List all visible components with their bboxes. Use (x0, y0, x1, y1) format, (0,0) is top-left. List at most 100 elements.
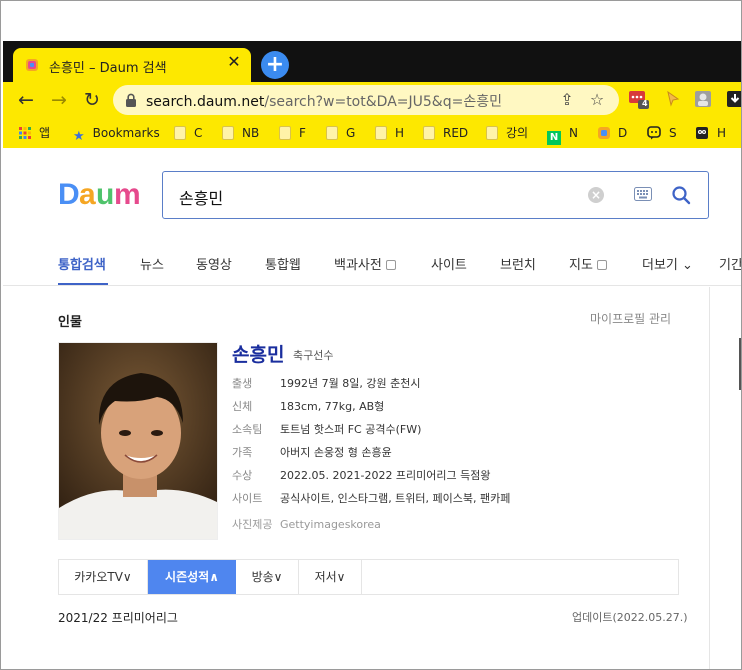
address-bar[interactable]: search.daum.net/search?w=tot&DA=JU5&q=손흥… (113, 85, 619, 115)
svg-text:a: a (79, 178, 96, 210)
tab-site[interactable]: 사이트 (431, 254, 467, 273)
back-arrow-icon[interactable]: ← (15, 89, 37, 111)
bookmark-owl[interactable]: H (695, 124, 726, 142)
share-icon[interactable]: ⇪ (557, 90, 577, 110)
bookmark-folder-h[interactable]: H (375, 124, 404, 142)
lock-icon (126, 93, 136, 107)
tab-encyclopedia[interactable]: 백과사전 (334, 254, 396, 273)
tab-more[interactable]: 더보기 ⌄ (642, 254, 693, 273)
tab-strip: 손흥민 – Daum 검색 ✕ + (3, 41, 741, 82)
url-host: search.daum.net (146, 94, 265, 110)
tab-title: 손흥민 – Daum 검색 (49, 61, 167, 76)
person-name[interactable]: 손흥민 (232, 340, 284, 367)
folder-icon (326, 126, 338, 140)
folder-icon (423, 126, 435, 140)
address-url: search.daum.net/search?w=tot&DA=JU5&q=손흥… (146, 91, 502, 111)
bookmark-label: NB (242, 126, 260, 140)
info-row-site[interactable]: 사이트 공식사이트, 인스타그램, 트위터, 페이스북, 팬카페 (232, 490, 510, 508)
bookmark-label: H (717, 126, 727, 140)
info-value: 1992년 7월 8일, 강원 춘천시 (280, 377, 421, 390)
tab-brunch[interactable]: 브런치 (500, 254, 536, 273)
extension-download-icon[interactable] (725, 89, 742, 109)
bookmark-folder-nb[interactable]: NB (222, 124, 259, 142)
bookmark-daum[interactable]: D (598, 124, 627, 142)
extension-cursor-icon[interactable] (663, 89, 683, 109)
bookmark-folder-g[interactable]: G (326, 124, 355, 142)
info-row-award[interactable]: 수상 2022.05. 2021-2022 프리미어리그 득점왕 (232, 467, 491, 485)
photo-credit-label: 사진제공 (232, 518, 273, 531)
bookmark-bookmarks[interactable]: ★ Bookmarks (73, 124, 160, 144)
info-row-team[interactable]: 소속팀 토트넘 핫스퍼 FC 공격수(FW) (232, 421, 421, 439)
bookmark-label: F (299, 126, 306, 140)
chat-icon (647, 126, 661, 140)
info-key: 소속팀 (232, 423, 263, 436)
subtab-books[interactable]: 저서∨ (299, 560, 362, 594)
browser-window: 손흥민 – Daum 검색 ✕ + ← → ↻ search.daum.net/… (0, 0, 742, 670)
folder-icon (486, 126, 498, 140)
info-key: 가족 (232, 446, 253, 459)
bookmark-label: C (194, 126, 203, 140)
bookmark-folder-f[interactable]: F (279, 124, 306, 142)
clear-icon[interactable]: × (588, 187, 604, 203)
info-value[interactable]: 토트넘 핫스퍼 FC 공격수(FW) (280, 423, 421, 436)
person-job: 축구선수 (293, 349, 334, 362)
info-key: 신체 (232, 400, 253, 413)
tab-integrated-search[interactable]: 통합검색 (58, 254, 106, 273)
bookmark-label: 강의 (506, 126, 529, 140)
subtab-kakaotv[interactable]: 카카오TV∨ (59, 560, 148, 594)
folder-icon (222, 126, 234, 140)
bookmark-label: H (395, 126, 405, 140)
info-row-family[interactable]: 가족 아버지 손웅정 형 손흥윤 (232, 444, 392, 462)
svg-text:m: m (114, 178, 141, 210)
season-title: 2021/22 프리미어리그 (58, 611, 178, 625)
new-tab-button[interactable]: + (261, 51, 289, 79)
search-box[interactable]: 손흥민 × (162, 171, 709, 219)
search-input[interactable]: 손흥민 (179, 185, 223, 209)
info-key: 수상 (232, 469, 253, 482)
tab-web[interactable]: 통합웹 (265, 254, 301, 273)
column-divider (709, 287, 710, 669)
section-title: 인물 (58, 315, 82, 330)
bookmark-folder-lecture[interactable]: 강의 (486, 124, 528, 142)
bookmark-folder-c[interactable]: C (174, 124, 202, 142)
bookmark-naver[interactable]: NN (547, 124, 578, 145)
forward-arrow-icon[interactable]: → (48, 89, 70, 111)
person-photo[interactable] (58, 342, 218, 540)
extension-gray-icon[interactable] (693, 89, 713, 109)
tab-video[interactable]: 동영상 (196, 254, 232, 273)
daum-logo[interactable]: D a u m (58, 178, 146, 210)
browser-toolbar: ← → ↻ search.daum.net/search?w=tot&DA=JU… (3, 82, 742, 118)
photo-credit: 사진제공 Gettyimageskorea (232, 516, 381, 532)
tab-map[interactable]: 지도 (569, 254, 607, 273)
info-value[interactable]: 아버지 손웅정 형 손흥윤 (280, 446, 392, 459)
url-path: /search?w=tot&DA=JU5&q=손흥민 (264, 94, 502, 110)
bookmark-label: N (569, 126, 578, 140)
bookmark-apps[interactable]: 앱 (19, 124, 50, 142)
photo-credit-value: Gettyimageskorea (280, 518, 381, 531)
folder-icon (279, 126, 291, 140)
daum-favicon-icon (26, 59, 38, 71)
info-value[interactable]: 공식사이트, 인스타그램, 트위터, 페이스북, 팬카페 (280, 492, 510, 505)
bookmarks-bar: 앱 ★ Bookmarks C NB F G H RED 강의 NN D S H (3, 118, 741, 148)
reload-icon[interactable]: ↻ (81, 89, 103, 111)
person-portrait-image (59, 343, 217, 539)
subtab-season-stats[interactable]: 시즌성적∧ (148, 560, 236, 594)
tab-close-icon[interactable]: ✕ (225, 53, 243, 71)
search-icon[interactable] (671, 185, 691, 205)
bookmark-chat[interactable]: S (647, 124, 677, 142)
bookmark-star-icon[interactable]: ☆ (587, 90, 607, 110)
tab-period[interactable]: 기간 (719, 254, 741, 273)
profile-manage-link[interactable]: 마이프로필 관리 (590, 310, 671, 327)
subtab-broadcast[interactable]: 방송∨ (236, 560, 299, 594)
keyboard-icon[interactable] (634, 187, 652, 201)
info-value[interactable]: 2022.05. 2021-2022 프리미어리그 득점왕 (280, 469, 491, 482)
browser-tab-active[interactable]: 손흥민 – Daum 검색 ✕ (13, 48, 251, 82)
daum-search-page: D a u m 손흥민 × 통합검색 뉴스 동영상 통합웹 백과사전 사이트 브… (3, 148, 741, 669)
tab-news[interactable]: 뉴스 (140, 254, 164, 273)
svg-text:u: u (96, 178, 114, 210)
info-key: 사이트 (232, 492, 263, 505)
bookmark-folder-red[interactable]: RED (423, 124, 468, 142)
svg-text:D: D (58, 178, 80, 210)
checkbox-icon (385, 260, 396, 270)
person-subtabs: 카카오TV∨ 시즌성적∧ 방송∨ 저서∨ (58, 559, 679, 595)
